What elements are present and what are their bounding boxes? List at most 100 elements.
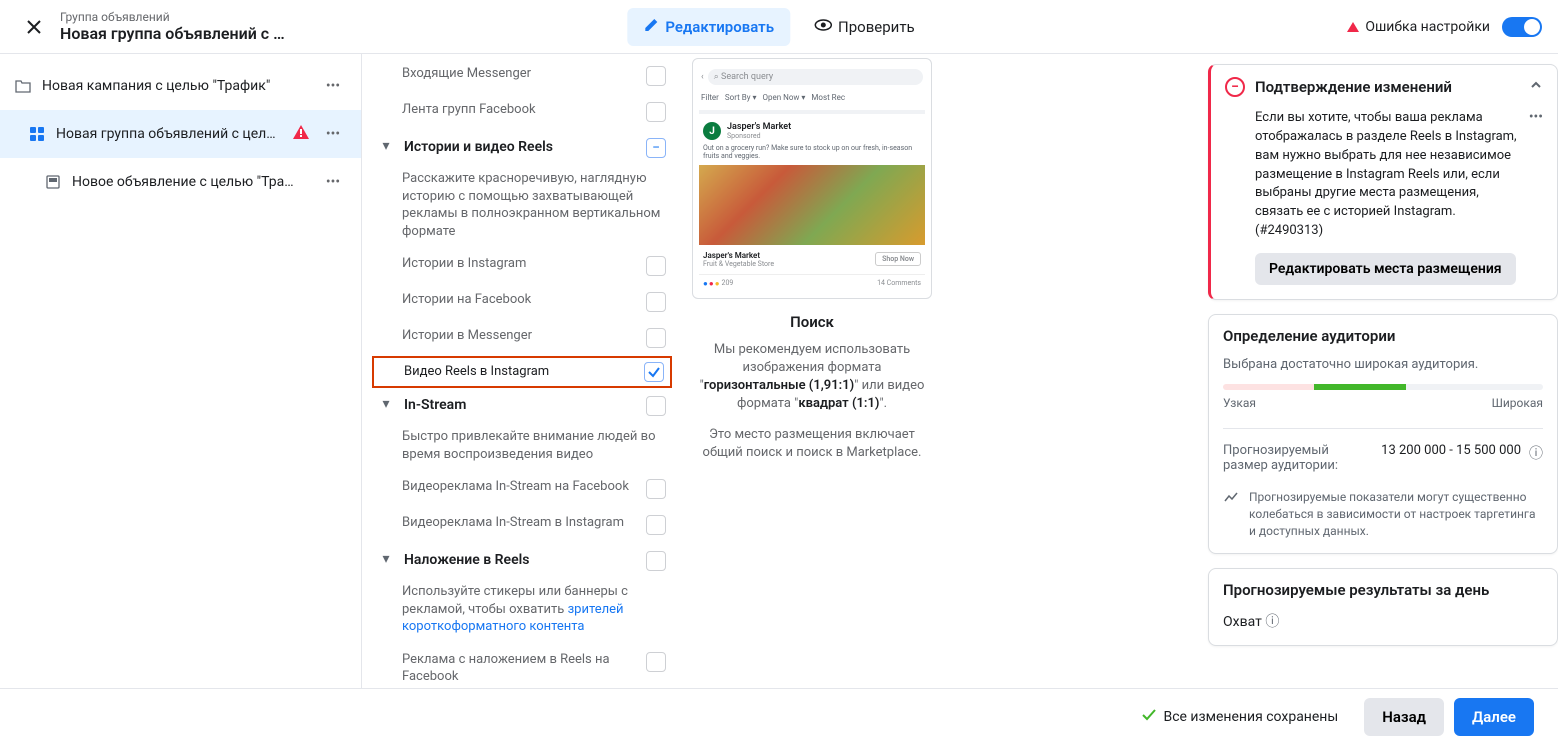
checkbox[interactable] xyxy=(646,66,666,86)
ad-copy: Out on a grocery run? Make sure to stock… xyxy=(699,142,925,165)
checkbox-checked[interactable] xyxy=(644,362,664,382)
footer-title: Jasper's Market xyxy=(703,251,774,260)
placement-messenger-inbox[interactable]: Входящие Messenger xyxy=(372,58,672,94)
preview-note: Это место размещения включает общий поис… xyxy=(692,426,932,462)
preview-description: Мы рекомендуем использовать изображения … xyxy=(692,341,932,414)
checkbox[interactable] xyxy=(646,652,666,672)
placement-fb-stories[interactable]: Истории на Facebook xyxy=(372,284,672,320)
checkbox[interactable] xyxy=(646,292,666,312)
confirm-text: Если вы хотите, чтобы ваша реклама отобр… xyxy=(1255,109,1521,241)
warning-icon xyxy=(293,125,309,143)
footer-bar: Все изменения сохранены Назад Далее xyxy=(0,688,1558,744)
placement-label: Истории на Facebook xyxy=(402,292,636,309)
checkbox[interactable] xyxy=(646,328,666,348)
caret-down-icon[interactable]: ▾ xyxy=(378,551,394,567)
brand-name: Jasper's Market xyxy=(727,122,791,132)
check-icon xyxy=(1141,707,1157,727)
header-title-block: Группа объявлений Новая группа объявлени… xyxy=(60,10,285,43)
sponsored-label: Sponsored xyxy=(727,132,791,140)
reactions-icons: ●●● xyxy=(703,279,720,288)
audience-subtitle: Выбрана достаточно широкая аудитория. xyxy=(1223,357,1543,372)
alert-icon: − xyxy=(1225,77,1245,97)
placement-label: Истории в Messenger xyxy=(402,328,636,345)
grid-icon xyxy=(28,125,46,143)
panel-title: Определение аудитории xyxy=(1223,327,1543,345)
status-toggle[interactable] xyxy=(1502,17,1542,37)
caret-down-icon[interactable]: ▾ xyxy=(378,138,394,154)
sidebar-campaign-label: Новая кампания с целью "Трафик" xyxy=(42,78,309,94)
footer-subtitle: Fruit & Vegetable Store xyxy=(703,260,774,268)
brand-logo: J xyxy=(703,122,721,140)
info-icon[interactable]: ⓘ xyxy=(1265,614,1279,630)
placement-ig-instream[interactable]: Видеореклама In-Stream в Instagram xyxy=(372,507,672,543)
section-description: Используйте стикеры или баннеры с реклам… xyxy=(372,579,672,644)
placement-messenger-stories[interactable]: Истории в Messenger xyxy=(372,320,672,356)
error-badge-text: Ошибка настройки xyxy=(1365,19,1490,35)
filter-chip: Open Now ▾ xyxy=(762,93,805,102)
panel-title: Прогнозируемые результаты за день xyxy=(1223,581,1543,599)
placement-fb-reels-overlay[interactable]: Реклама с наложением в Reels на Facebook xyxy=(372,644,672,694)
review-button-label: Проверить xyxy=(838,18,915,36)
audience-note: Прогнозируемые показатели могут существе… xyxy=(1223,489,1543,539)
section-stories-reels[interactable]: ▾ Истории и видео Reels − xyxy=(372,130,672,166)
header-subtitle: Группа объявлений xyxy=(60,10,285,24)
edit-button[interactable]: Редактировать xyxy=(627,8,790,46)
cta-button: Shop Now xyxy=(875,252,921,266)
back-icon: ‹ xyxy=(701,72,704,82)
eye-icon xyxy=(814,16,832,38)
back-button[interactable]: Назад xyxy=(1364,698,1444,736)
audience-size-label: Прогнозируемый размер аудитории: xyxy=(1223,443,1373,473)
sidebar-adgroup[interactable]: Новая группа объявлений с цель… ••• xyxy=(0,110,361,158)
campaign-tree: Новая кампания с целью "Трафик" ••• Нова… xyxy=(0,54,362,744)
sidebar-ad[interactable]: Новое объявление с целью "Тра… ••• xyxy=(0,158,361,206)
sidebar-campaign[interactable]: Новая кампания с целью "Трафик" ••• xyxy=(0,62,361,110)
review-button[interactable]: Проверить xyxy=(798,8,931,46)
checkbox[interactable] xyxy=(646,551,666,571)
placement-label: Истории в Instagram xyxy=(402,256,636,273)
close-button[interactable] xyxy=(16,9,52,45)
placement-label: Видео Reels в Instagram xyxy=(404,364,634,381)
warning-triangle-icon xyxy=(1347,22,1359,32)
placement-ig-reels-highlighted[interactable]: Видео Reels в Instagram xyxy=(372,356,672,388)
section-description: Расскажите красноречивую, наглядную исто… xyxy=(372,166,672,248)
placement-ig-stories[interactable]: Истории в Instagram xyxy=(372,248,672,284)
error-badge: Ошибка настройки xyxy=(1347,19,1490,35)
placement-fb-groups-feed[interactable]: Лента групп Facebook xyxy=(372,94,672,130)
right-panel: − Подтверждение изменений Если вы хотите… xyxy=(1198,54,1558,744)
caret-down-icon[interactable]: ▾ xyxy=(378,396,394,412)
checkbox[interactable] xyxy=(646,515,666,535)
checkbox[interactable] xyxy=(646,256,666,276)
section-label: Истории и видео Reels xyxy=(404,138,636,156)
placement-label: Лента групп Facebook xyxy=(402,102,636,119)
trend-icon xyxy=(1223,489,1239,539)
section-description: Быстро привлекайте внимание людей во вре… xyxy=(372,424,672,471)
checkbox-indeterminate[interactable]: − xyxy=(646,138,666,158)
placement-label: Реклама с наложением в Reels на Facebook xyxy=(402,652,636,686)
more-icon[interactable]: ••• xyxy=(1529,109,1543,125)
audience-bar xyxy=(1223,384,1543,390)
info-icon[interactable]: ⓘ xyxy=(1529,443,1543,463)
note-text: Прогнозируемые показатели могут существе… xyxy=(1249,489,1543,539)
ad-more-icon[interactable]: ••• xyxy=(319,168,347,196)
checkbox[interactable] xyxy=(646,102,666,122)
section-reels-overlay[interactable]: ▾ Наложение в Reels xyxy=(372,543,672,579)
reactions-count: 209 xyxy=(722,279,734,287)
collapse-button[interactable] xyxy=(1529,78,1543,96)
wide-label: Широкая xyxy=(1492,396,1543,410)
checkbox[interactable] xyxy=(646,396,666,416)
campaign-more-icon[interactable]: ••• xyxy=(319,72,347,100)
reach-label: Охват xyxy=(1223,614,1262,630)
checkbox[interactable] xyxy=(646,479,666,499)
placement-preview: ‹ ⌕ Search query Filter Sort By ▾ Open N… xyxy=(692,54,932,744)
saved-text: Все изменения сохранены xyxy=(1163,709,1338,725)
audience-size-value: 13 200 000 - 15 500 000 xyxy=(1381,443,1521,458)
section-label: Наложение в Reels xyxy=(404,551,636,569)
adgroup-more-icon[interactable]: ••• xyxy=(319,120,347,148)
filter-chip: Sort By ▾ xyxy=(725,93,757,102)
placement-fb-instream[interactable]: Видеореклама In-Stream на Facebook xyxy=(372,471,672,507)
comments-count: 14 Comments xyxy=(877,279,921,288)
section-instream[interactable]: ▾ In-Stream xyxy=(372,388,672,424)
next-button[interactable]: Далее xyxy=(1454,698,1534,736)
edit-placements-button[interactable]: Редактировать места размещения xyxy=(1255,253,1516,285)
placement-label: Видеореклама In-Stream на Facebook xyxy=(402,479,636,496)
